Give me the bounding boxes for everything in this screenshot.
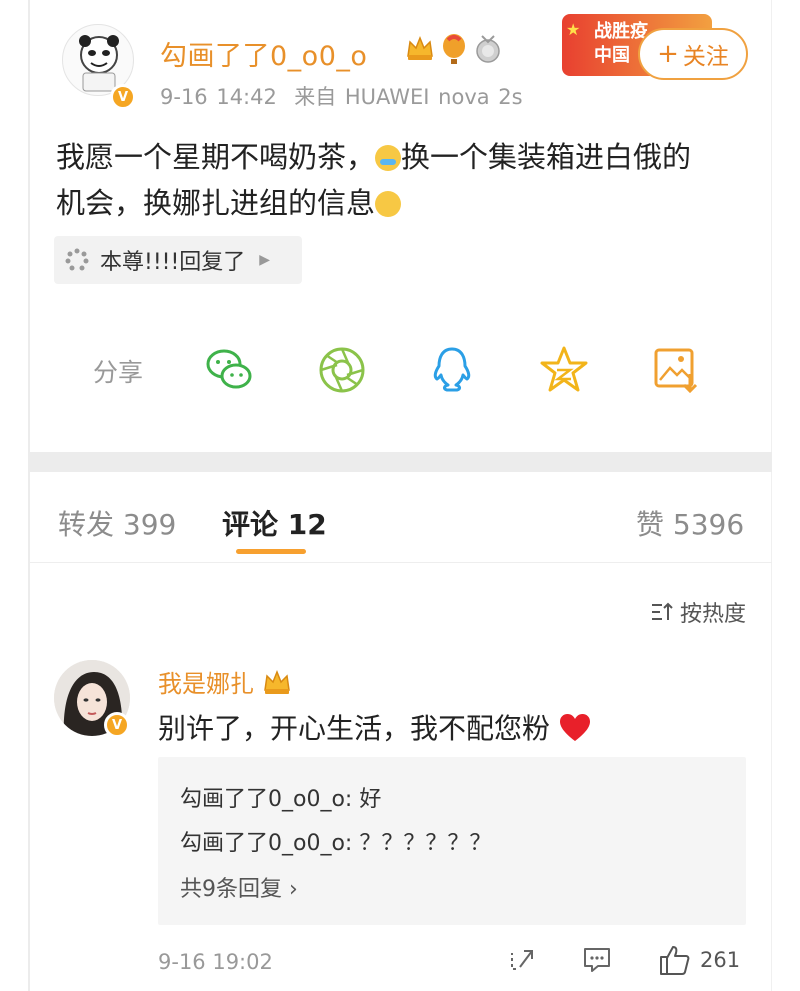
repost-comment-button[interactable] [508,942,538,978]
sub-reply-2[interactable]: 勾画了了0_o0_o: ？？？？？？ [180,825,491,857]
sort-icon [651,602,673,620]
star-icon: ★ [566,20,581,39]
poster-username[interactable]: 勾画了了0_o0_o [160,34,367,73]
qq-icon[interactable] [426,344,478,396]
comment-text-row: 别许了，开心生活，我不配您粉 [158,707,591,747]
sub-reply-1[interactable]: 勾画了了0_o0_o: 好 [180,781,381,813]
share-label: 分享 [93,358,144,387]
tab-likes[interactable]: 赞 5396 [636,503,744,543]
balloon-icon [443,34,465,64]
commenter-username[interactable]: 我是娜扎 [158,664,254,699]
play-arrow-icon: ▶ [259,252,271,268]
post-text-part3: 机会，换娜扎进组的信息 [56,186,376,220]
follow-label: 关注 [682,44,729,70]
qzone-icon[interactable] [538,344,590,396]
section-divider [30,452,772,472]
sub-replies-box[interactable]: 勾画了了0_o0_o: 好 勾画了了0_o0_o: ？？？？？？ 共9条回复 › [158,757,746,925]
active-tab-indicator [236,549,306,554]
pleading-emoji-icon [375,191,402,217]
verified-badge-icon: V [104,712,130,738]
post-source: 来自 HUAWEI nova 2s [294,85,523,109]
more-replies-link[interactable]: 共9条回复 › [180,871,298,903]
plus-icon: + [657,39,679,69]
commenter-name-row: 我是娜扎 [158,664,292,699]
sort-button[interactable]: 按热度 [650,596,746,628]
right-border [771,0,772,991]
tabs-divider [30,562,772,563]
forward-icon [511,950,533,970]
sort-label: 按热度 [679,602,746,627]
wechat-icon[interactable] [203,344,255,396]
moments-icon[interactable] [316,344,368,396]
loading-spinner-icon [65,248,89,271]
post-meta: 9-16 14:42 来自 HUAWEI nova 2s [160,81,523,111]
like-count: 261 [700,948,741,972]
thumbs-up-icon [660,946,690,975]
reply-comment-button[interactable] [582,942,612,978]
left-border [28,0,30,991]
post-text-part2: 换一个集装箱进白俄的 [401,140,692,174]
author-reply-chip[interactable]: 本尊!!!!回复了 ▶ [54,236,302,284]
tab-repost[interactable]: 转发 399 [58,503,176,543]
medal-icon [476,35,500,63]
crown-vip-icon [407,35,433,60]
verified-badge-icon: V [110,84,136,110]
like-comment-button[interactable]: 261 [658,942,740,978]
post-time: 9-16 14:42 [160,85,277,109]
save-image-icon[interactable] [650,344,702,396]
tab-comments[interactable]: 评论 12 [222,503,327,543]
user-badges [405,34,503,66]
crying-emoji-icon [375,145,402,171]
comment-bubble-icon [584,948,610,972]
crown-vip-icon [264,669,290,694]
post-body: 我愿一个星期不喝奶茶， 换一个集装箱进白俄的 机会，换娜扎进组的信息 [56,134,756,226]
comment-time: 9-16 19:02 [158,950,273,974]
post-text-part1: 我愿一个星期不喝奶茶， [56,140,376,174]
red-heart-icon [559,714,590,741]
comment-text: 别许了，开心生活，我不配您粉 [158,712,551,745]
follow-button[interactable]: + 关注 [638,28,748,80]
reply-chip-text: 本尊!!!!回复了 [100,250,246,275]
